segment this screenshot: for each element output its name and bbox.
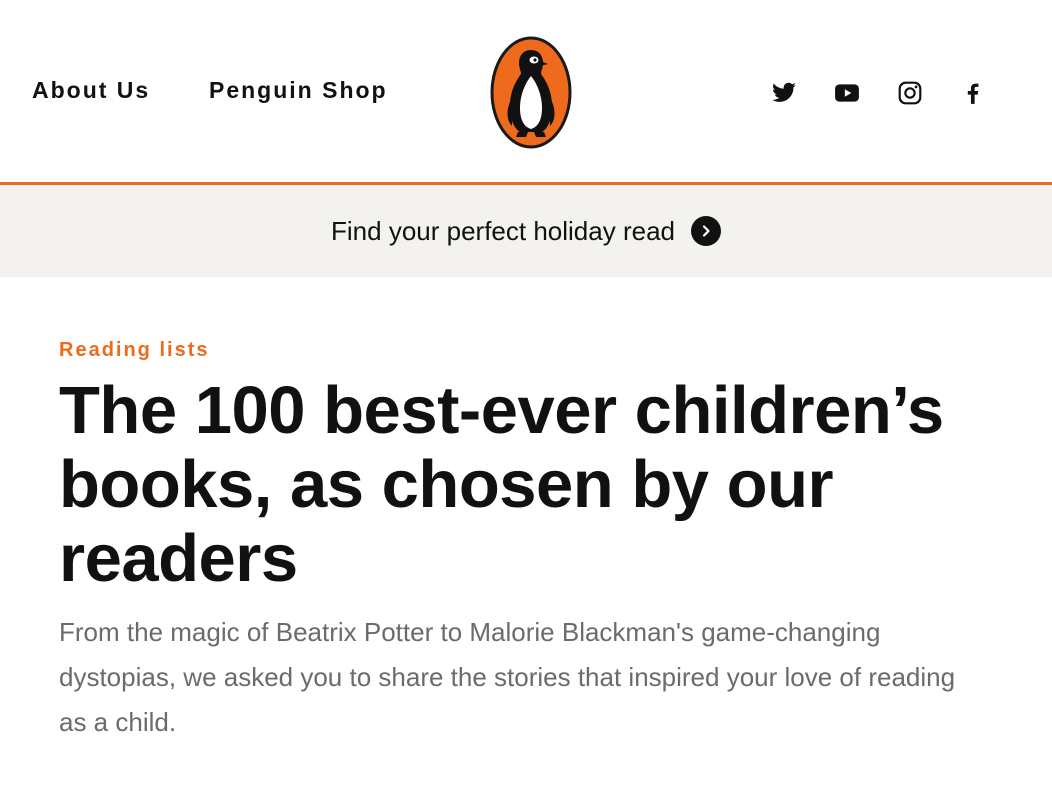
page-title: The 100 best-ever children’s books, as c… — [59, 373, 944, 596]
promo-text: Find your perfect holiday read — [331, 215, 675, 246]
site-header: About Us Penguin Shop — [0, 0, 1052, 185]
penguin-logo-icon[interactable] — [490, 36, 572, 149]
facebook-icon[interactable] — [960, 80, 986, 106]
article-intro: From the magic of Beatrix Potter to Malo… — [59, 617, 956, 737]
category-link[interactable]: Reading lists — [59, 339, 209, 362]
holiday-read-banner[interactable]: Find your perfect holiday read — [0, 185, 1052, 277]
youtube-icon[interactable] — [834, 80, 860, 106]
chevron-right-icon[interactable] — [690, 216, 721, 246]
nav-about-us[interactable]: About Us — [32, 77, 150, 104]
nav-penguin-shop[interactable]: Penguin Shop — [209, 77, 388, 104]
instagram-icon[interactable] — [897, 80, 923, 106]
twitter-icon[interactable] — [771, 80, 797, 106]
article-header: Reading lists The 100 best-ever children… — [0, 277, 960, 745]
